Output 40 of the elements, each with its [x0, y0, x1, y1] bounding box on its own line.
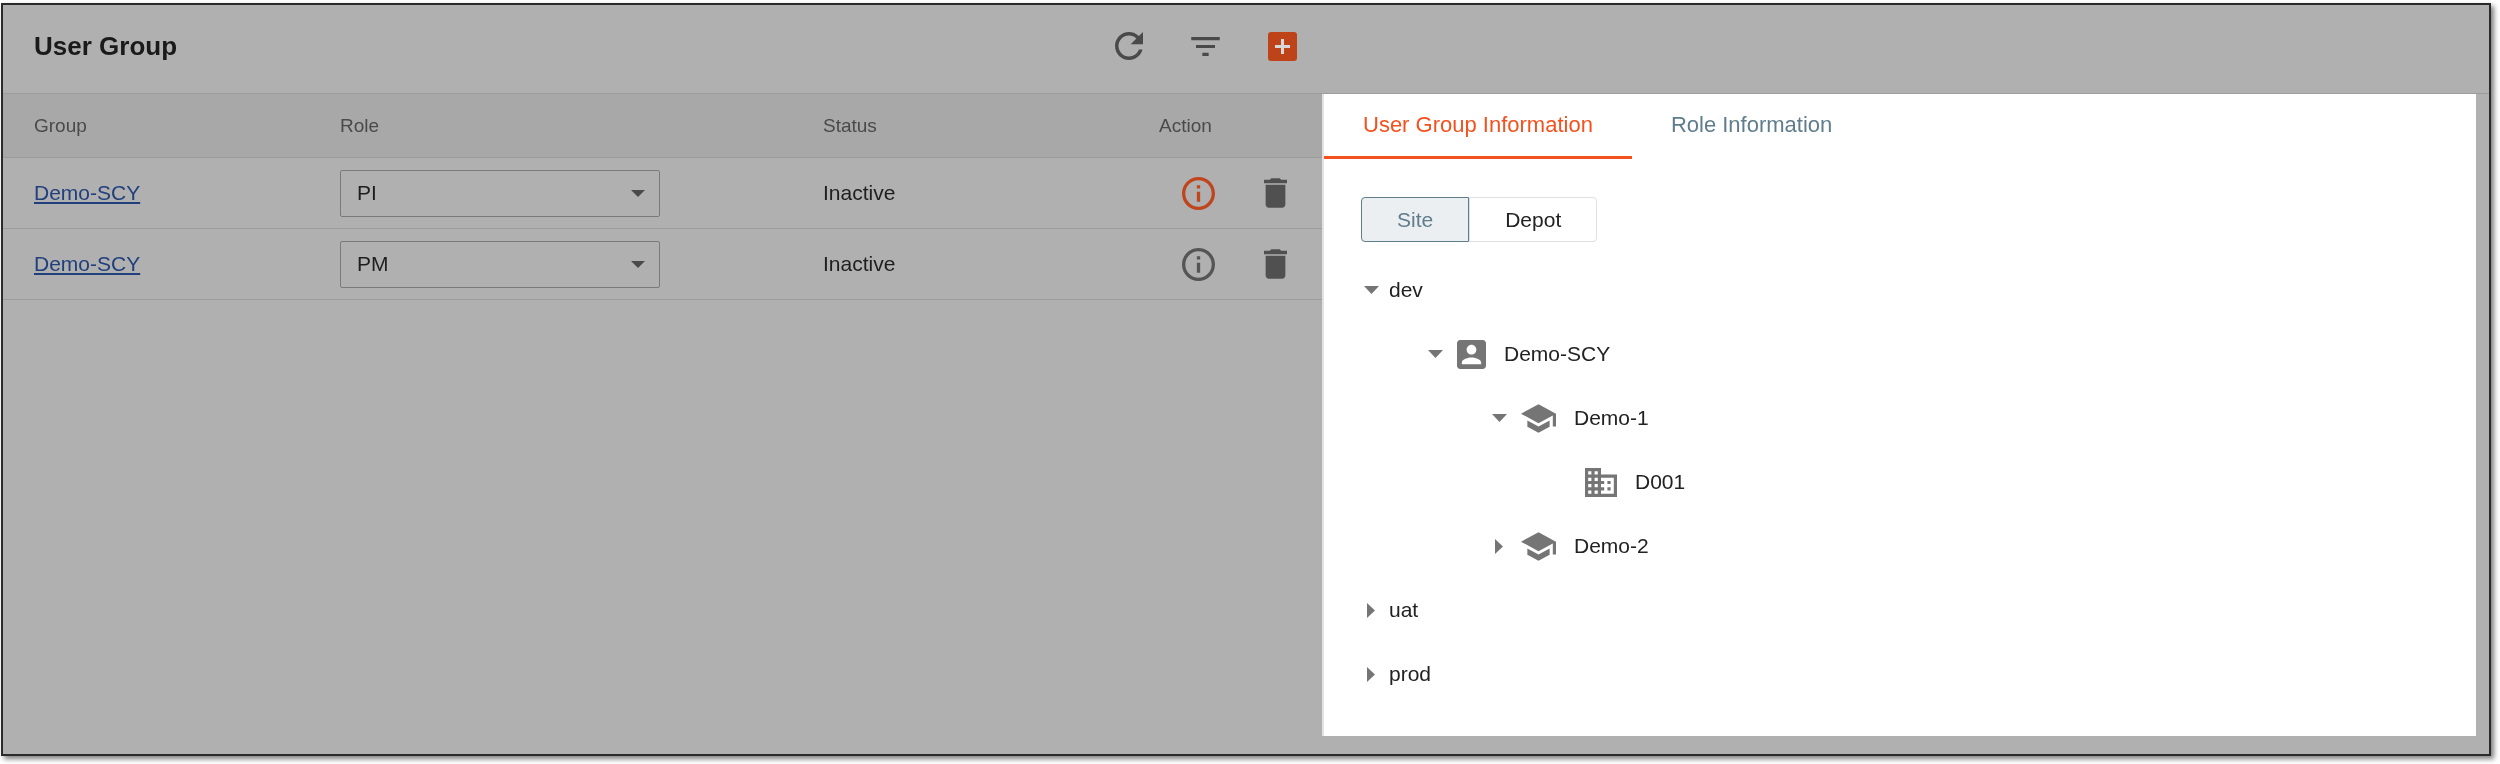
status-text: Inactive: [823, 181, 896, 205]
column-header: Status: [823, 114, 877, 137]
person-icon: [1457, 339, 1486, 369]
building-icon: [1585, 467, 1617, 497]
trash-icon[interactable]: [1264, 249, 1287, 279]
column-header: Role: [340, 114, 380, 137]
column-header: Group: [34, 114, 87, 137]
status-text: Inactive: [823, 252, 896, 276]
caret-icon[interactable]: [1367, 602, 1375, 618]
toggle-button[interactable]: Site: [1361, 197, 1470, 242]
info-icon[interactable]: [1182, 176, 1215, 210]
tree-item[interactable]: Demo-SCY: [1457, 339, 1611, 369]
tree-item[interactable]: prod: [1389, 662, 1432, 686]
toggle-button[interactable]: Depot: [1469, 197, 1598, 242]
caret-icon[interactable]: [1427, 350, 1443, 358]
refresh-icon[interactable]: [1115, 32, 1143, 60]
caret-icon[interactable]: [1367, 666, 1375, 682]
tree-item[interactable]: Demo-2: [1521, 531, 1649, 561]
info-icon[interactable]: [1182, 247, 1215, 281]
tree-item[interactable]: Demo-1: [1521, 403, 1649, 433]
tab[interactable]: Role Information: [1631, 94, 1872, 159]
role-select[interactable]: PM: [340, 240, 660, 288]
caret-icon[interactable]: [1495, 538, 1503, 554]
trash-icon[interactable]: [1264, 178, 1287, 208]
role-select[interactable]: PI: [340, 169, 660, 217]
tree-item[interactable]: uat: [1389, 598, 1419, 622]
column-header: Action: [1159, 114, 1212, 137]
plus-square-icon[interactable]: [1268, 31, 1297, 61]
group-link[interactable]: Demo-SCY: [34, 252, 141, 276]
graduation-cap-icon: [1521, 403, 1556, 433]
caret-icon[interactable]: [1491, 414, 1507, 422]
caret-icon: [631, 189, 645, 197]
graduation-cap-icon: [1521, 531, 1556, 561]
tree-item[interactable]: D001: [1585, 467, 1686, 497]
page-title: User Group: [34, 30, 178, 62]
group-link[interactable]: Demo-SCY: [34, 181, 141, 205]
caret-icon[interactable]: [1363, 286, 1379, 294]
tree-item[interactable]: dev: [1389, 278, 1423, 302]
filter-icon[interactable]: [1191, 36, 1220, 56]
caret-icon: [631, 260, 645, 268]
